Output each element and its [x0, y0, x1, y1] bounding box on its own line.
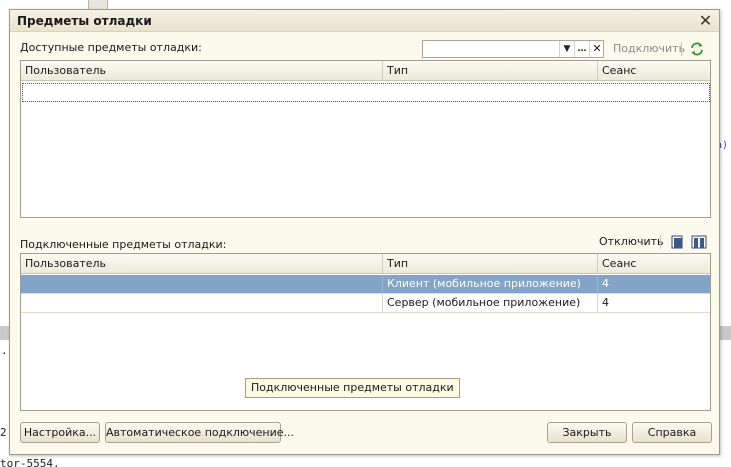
cell-type: Клиент (мобильное приложение) — [383, 275, 598, 293]
refresh-icon[interactable] — [689, 41, 705, 57]
background-band-right — [720, 326, 731, 340]
tooltip: Подключенные предметы отладки — [245, 378, 460, 398]
close-icon[interactable]: ✕ — [697, 12, 714, 29]
grid-header: Пользователь Тип Сеанс — [21, 254, 710, 274]
dialog-titlebar[interactable]: Предметы отладки ✕ — [10, 10, 719, 32]
ellipsis-icon[interactable]: … — [574, 41, 589, 57]
available-items-label: Доступные предметы отладки: — [20, 41, 202, 54]
dropdown-arrow-icon[interactable]: ▼ — [559, 41, 574, 57]
background-text-fragment: 2 — [0, 426, 7, 439]
connected-items-label: Подключенные предметы отладки: — [20, 238, 227, 251]
debug-items-dialog: Предметы отладки ✕ Доступные предметы от… — [9, 9, 720, 455]
column-header-user[interactable]: Пользователь — [21, 254, 383, 274]
expand-icon[interactable] — [669, 234, 685, 250]
background-text-fragment: . — [1, 344, 8, 357]
background-text-fragment: tor-5554. — [0, 457, 60, 467]
toolbar-separator — [660, 235, 661, 249]
auto-connect-button[interactable]: Автоматическое подключение... — [105, 422, 294, 443]
cell-type: Сервер (мобильное приложение) — [383, 294, 598, 312]
collapse-icon[interactable] — [691, 234, 707, 250]
column-header-session[interactable]: Сеанс — [598, 61, 712, 81]
table-row[interactable]: Сервер (мобильное приложение) 4 — [21, 294, 710, 313]
grid-header: Пользователь Тип Сеанс — [21, 61, 710, 81]
cell-user — [21, 294, 383, 312]
dialog-title: Предметы отладки — [17, 14, 152, 28]
column-header-type[interactable]: Тип — [383, 61, 598, 81]
clear-icon[interactable]: ✕ — [589, 41, 604, 57]
column-header-session[interactable]: Сеанс — [598, 254, 712, 274]
table-row-empty[interactable] — [22, 83, 710, 102]
cell-user — [21, 275, 383, 293]
cell-session: 4 — [602, 296, 609, 309]
search-field[interactable]: ▼ … ✕ — [422, 40, 604, 58]
toolbar-separator — [681, 42, 682, 56]
search-input[interactable] — [423, 41, 557, 57]
column-header-type[interactable]: Тип — [383, 254, 598, 274]
help-button[interactable]: Справка — [632, 422, 712, 443]
table-row[interactable]: Клиент (мобильное приложение) 4 — [21, 275, 710, 294]
close-button[interactable]: Закрыть — [547, 422, 627, 443]
cell-session: 4 — [602, 277, 609, 290]
connect-button[interactable]: Подключить — [613, 42, 685, 55]
available-items-grid[interactable]: Пользователь Тип Сеанс — [20, 60, 711, 218]
disconnect-button[interactable]: Отключить — [599, 235, 664, 248]
column-header-user[interactable]: Пользователь — [21, 61, 383, 81]
settings-button[interactable]: Настройка... — [20, 422, 100, 443]
